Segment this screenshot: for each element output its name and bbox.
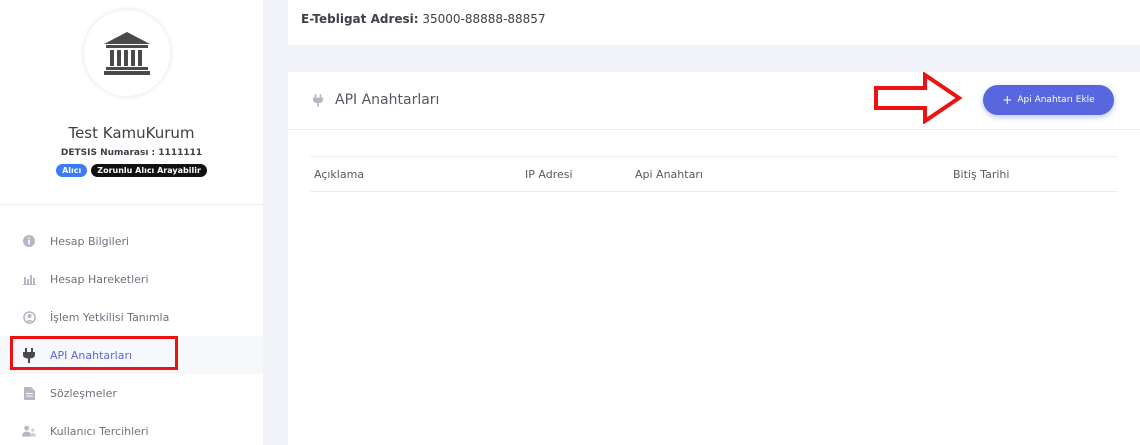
card-header: API Anahtarları + Api Anahtarı Ekle xyxy=(288,72,1140,130)
card-title-text: API Anahtarları xyxy=(335,92,440,108)
plug-icon xyxy=(313,93,325,107)
mandatory-buyer-badge: Zorunlu Alıcı Arayabilir xyxy=(91,164,207,177)
api-keys-table: Açıklama IP Adresi Api Anahtarı Bitiş Ta… xyxy=(310,156,1118,192)
e-notification-card: E-Tebligat Adresi: 35000-88888-88857 xyxy=(288,0,1140,45)
api-keys-card: API Anahtarları + Api Anahtarı Ekle Açık… xyxy=(288,72,1140,445)
role-badges: Alıcı Zorunlu Alıcı Arayabilir xyxy=(0,164,263,177)
document-icon xyxy=(22,386,36,400)
profile-section: Test KamuKurum DETSIS Numarası : 1111111… xyxy=(0,0,263,205)
arrow-annotation-icon xyxy=(874,72,963,124)
add-api-key-label: Api Anahtarı Ekle xyxy=(1017,95,1095,105)
sidebar-item-account-transactions[interactable]: Hesap Hareketleri xyxy=(0,260,263,298)
add-api-key-button[interactable]: + Api Anahtarı Ekle xyxy=(983,85,1114,115)
sidebar-item-label: Sözleşmeler xyxy=(50,386,117,400)
users-icon xyxy=(22,424,36,438)
info-icon xyxy=(22,234,36,248)
sidebar: Test KamuKurum DETSIS Numarası : 1111111… xyxy=(0,0,263,445)
e-notification-value: 35000-88888-88857 xyxy=(422,12,546,26)
sidebar-item-label: Kullanıcı Tercihleri xyxy=(50,424,149,438)
sidebar-item-account-info[interactable]: Hesap Bilgileri xyxy=(0,222,263,260)
sidebar-item-contracts[interactable]: Sözleşmeler xyxy=(0,374,263,412)
column-header-api-key[interactable]: Api Anahtarı xyxy=(635,168,703,181)
user-circle-icon xyxy=(22,310,36,324)
sidebar-item-define-authority[interactable]: İşlem Yetkilisi Tanımla xyxy=(0,298,263,336)
org-name: Test KamuKurum xyxy=(68,124,195,142)
sidebar-nav: Hesap Bilgileri Hesap Hareketleri İşlem … xyxy=(0,222,263,445)
avatar xyxy=(84,10,170,96)
highlight-annotation xyxy=(10,336,178,370)
e-notification-label: E-Tebligat Adresi: xyxy=(301,12,419,26)
e-notification-address: E-Tebligat Adresi: 35000-88888-88857 xyxy=(301,12,546,26)
sidebar-item-label: İşlem Yetkilisi Tanımla xyxy=(50,310,170,324)
column-header-ip-address[interactable]: IP Adresi xyxy=(525,168,573,181)
table-header-row: Açıklama IP Adresi Api Anahtarı Bitiş Ta… xyxy=(310,156,1118,192)
card-title: API Anahtarları xyxy=(313,92,439,108)
buyer-badge: Alıcı xyxy=(56,164,88,177)
column-header-description[interactable]: Açıklama xyxy=(314,168,364,181)
sidebar-item-label: Hesap Bilgileri xyxy=(50,234,130,248)
sidebar-item-user-preferences[interactable]: Kullanıcı Tercihleri xyxy=(0,412,263,445)
bar-chart-icon xyxy=(22,272,36,286)
institution-icon xyxy=(104,32,150,75)
detsis-number: DETSIS Numarası : 1111111 xyxy=(60,148,203,158)
plus-icon: + xyxy=(1002,93,1013,107)
column-header-end-date[interactable]: Bitiş Tarihi xyxy=(953,168,1009,181)
sidebar-item-label: Hesap Hareketleri xyxy=(50,272,149,286)
